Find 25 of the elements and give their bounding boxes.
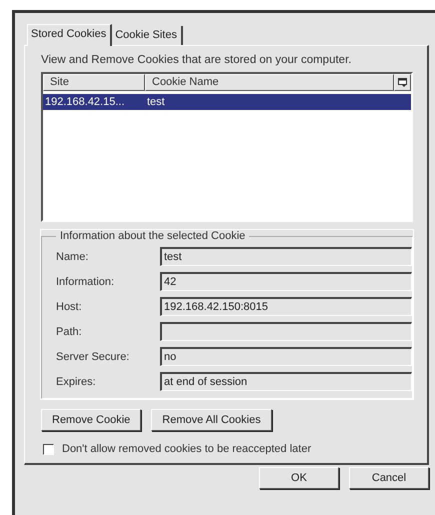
cancel-button[interactable]: Cancel: [349, 467, 429, 489]
tab[interactable]: Stored Cookies: [27, 24, 112, 46]
field-label: Host:: [56, 300, 83, 312]
table-cell-text: 192.168.42.15...: [44, 95, 126, 110]
column-header[interactable]: Site: [43, 74, 145, 91]
input-field[interactable]: no: [160, 347, 412, 366]
field-label: Name:: [56, 250, 90, 262]
description-text: View and Remove Cookies that are stored on your computer.: [41, 54, 352, 66]
cookie-list[interactable]: Site Cookie Name 192.168.42.15... test: [41, 72, 413, 222]
column-header[interactable]: Cookie Name: [145, 74, 394, 91]
cookie-row[interactable]: 192.168.42.15... test: [43, 94, 411, 110]
field-label: Information:: [56, 276, 116, 288]
group-title: Information about the selected Cookie: [59, 230, 246, 242]
field-label: Server Secure:: [56, 350, 130, 362]
table-cell-text: test: [146, 95, 166, 110]
remove-button[interactable]: Remove All Cookies: [151, 409, 272, 431]
ok-button[interactable]: OK: [259, 467, 339, 489]
checkbox-label: Don't allow removed cookies to be reaccepted later: [62, 443, 312, 455]
input-field[interactable]: at end of session: [160, 372, 412, 391]
field-label: Expires:: [56, 376, 97, 388]
remove-button[interactable]: Remove Cookie: [41, 409, 142, 431]
input-field[interactable]: 192.168.42.150:8015: [160, 297, 412, 316]
input-field[interactable]: test: [160, 247, 412, 266]
field-label: Path:: [56, 326, 83, 338]
input-field[interactable]: 42: [160, 272, 412, 291]
